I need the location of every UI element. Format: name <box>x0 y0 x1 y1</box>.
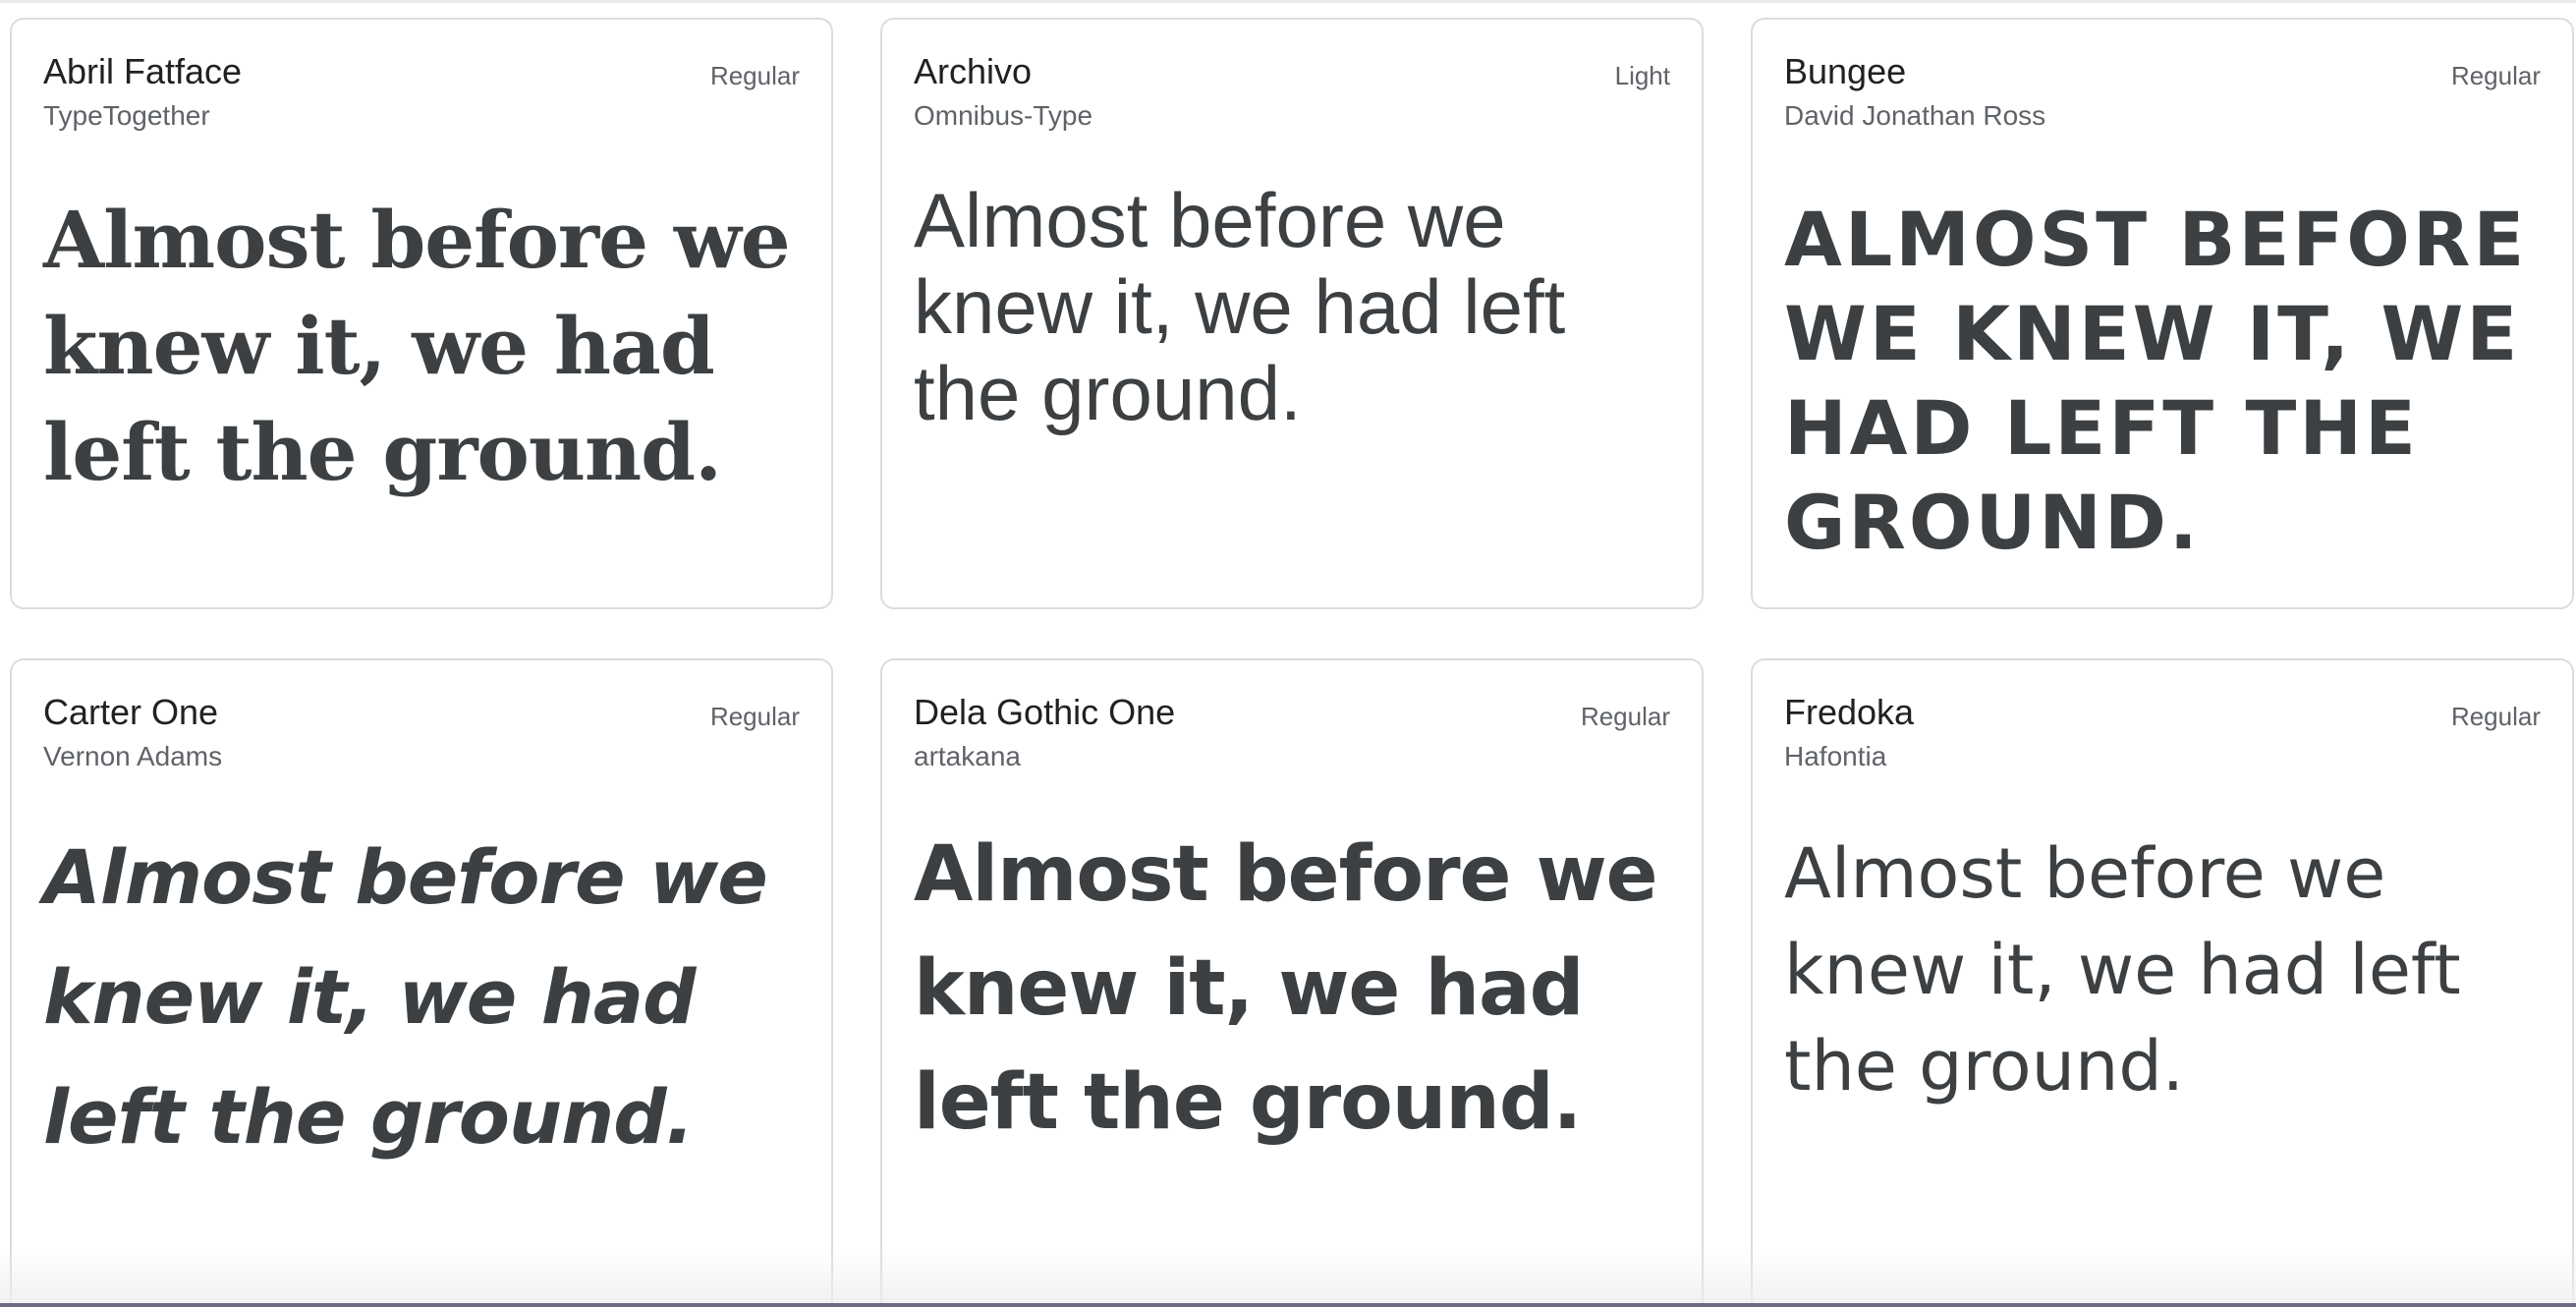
font-family-name[interactable]: Fredoka <box>1784 692 1914 733</box>
font-family-name[interactable]: Dela Gothic One <box>914 692 1175 733</box>
font-style-label: Regular <box>709 61 800 90</box>
font-designer[interactable]: TypeTogether <box>43 100 210 132</box>
font-style-label: Regular <box>2450 702 2541 731</box>
font-family-name[interactable]: Abril Fatface <box>43 51 242 92</box>
font-card-grid: Abril Fatface TypeTogether Regular Almos… <box>10 18 2576 1307</box>
font-sample-text[interactable]: Almost before we knew it, we had left th… <box>1784 825 2547 1114</box>
font-style-label: Regular <box>1580 702 1670 731</box>
font-designer[interactable]: artakana <box>914 741 1021 772</box>
font-sample-text[interactable]: Almost before we knew it, we had left th… <box>43 818 806 1177</box>
font-card-bungee[interactable]: Bungee David Jonathan Ross Regular ALMOS… <box>1751 18 2574 609</box>
font-card-carter-one[interactable]: Carter One Vernon Adams Regular Almost b… <box>10 658 833 1307</box>
font-style-label: Light <box>1614 61 1670 90</box>
font-designer[interactable]: Vernon Adams <box>43 741 222 772</box>
font-sample-text[interactable]: ALMOST BEFORE WE KNEW IT, WE HAD LEFT TH… <box>1784 193 2547 570</box>
font-designer[interactable]: Hafontia <box>1784 741 1886 772</box>
font-card-fredoka[interactable]: Fredoka Hafontia Regular Almost before w… <box>1751 658 2574 1307</box>
font-card-archivo[interactable]: Archivo Omnibus-Type Light Almost before… <box>880 18 1704 609</box>
font-designer[interactable]: David Jonathan Ross <box>1784 100 2045 132</box>
font-style-label: Regular <box>709 702 800 731</box>
font-sample-text[interactable]: Almost before we knew it, we had left th… <box>43 187 806 505</box>
font-style-label: Regular <box>2450 61 2541 90</box>
font-family-name[interactable]: Archivo <box>914 51 1032 92</box>
font-designer[interactable]: Omnibus-Type <box>914 100 1092 132</box>
font-sample-text[interactable]: Almost before we knew it, we had left th… <box>914 818 1676 1160</box>
bottom-border <box>0 1303 2576 1307</box>
top-divider <box>0 0 2576 3</box>
font-family-name[interactable]: Carter One <box>43 692 218 733</box>
font-card-abril-fatface[interactable]: Abril Fatface TypeTogether Regular Almos… <box>10 18 833 609</box>
font-sample-text[interactable]: Almost before we knew it, we had left th… <box>914 177 1676 436</box>
font-family-name[interactable]: Bungee <box>1784 51 1906 92</box>
font-card-dela-gothic-one[interactable]: Dela Gothic One artakana Regular Almost … <box>880 658 1704 1307</box>
